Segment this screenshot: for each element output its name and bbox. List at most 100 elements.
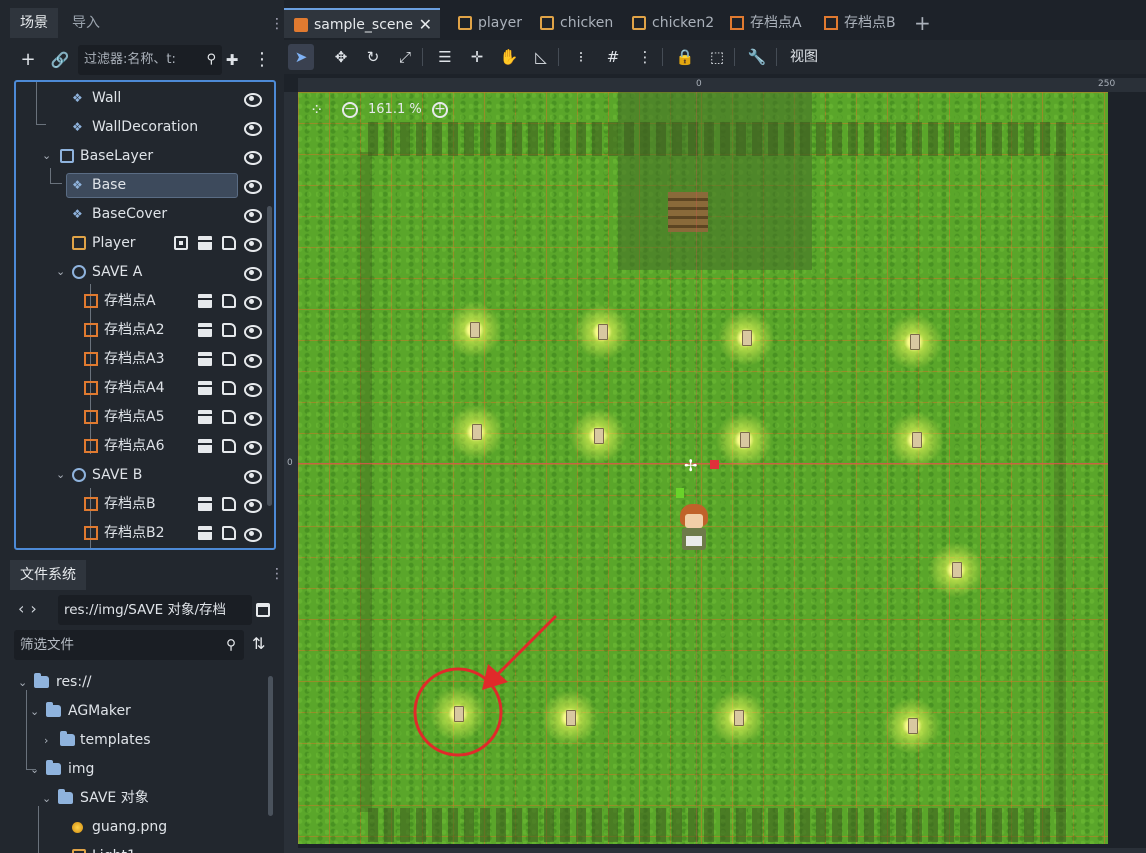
save-lantern[interactable] <box>886 314 942 370</box>
visibility-eye-icon[interactable] <box>244 526 262 542</box>
tree-row-save-point-a4[interactable]: 存档点A4 <box>16 374 274 402</box>
attach-script-icon[interactable]: ✚ <box>220 48 244 72</box>
save-lantern[interactable] <box>542 690 598 746</box>
script-icon[interactable] <box>222 381 236 395</box>
save-lantern[interactable] <box>928 542 984 598</box>
save-lantern[interactable] <box>570 408 626 464</box>
scene-filter-input[interactable]: 过滤器:名称、t: ⚲ <box>78 45 222 75</box>
tree-row-baselayer[interactable]: ⌄ BaseLayer <box>16 142 274 170</box>
new-tab-plus-icon[interactable]: + <box>914 8 931 38</box>
zoom-in-button[interactable]: + <box>432 102 448 118</box>
tab-scene[interactable]: 场景 <box>10 8 58 38</box>
file-row-templates[interactable]: › templates <box>14 726 264 755</box>
tab-import[interactable]: 导入 <box>62 8 110 38</box>
file-row-agmaker[interactable]: ⌄ AGMaker <box>14 697 264 726</box>
chevron-down-icon[interactable]: ⌄ <box>56 461 68 489</box>
tab-chicken[interactable]: chicken <box>530 8 620 38</box>
tree-row-save-point-b[interactable]: 存档点B <box>16 490 274 518</box>
visibility-eye-icon[interactable] <box>244 497 262 513</box>
open-scene-icon[interactable] <box>198 381 212 395</box>
tree-row-save-point-a5[interactable]: 存档点A5 <box>16 403 274 431</box>
chevron-down-icon[interactable]: ⌄ <box>18 668 30 697</box>
open-scene-icon[interactable] <box>198 352 212 366</box>
tree-row-wall[interactable]: ❖ Wall <box>16 84 274 112</box>
split-view-icon[interactable] <box>256 603 270 617</box>
open-scene-icon[interactable] <box>198 526 212 540</box>
save-lantern[interactable] <box>718 310 774 366</box>
tree-row-save-point-a6[interactable]: 存档点A6 <box>16 432 274 460</box>
visibility-eye-icon[interactable] <box>244 178 262 194</box>
view-menu[interactable]: 视图 <box>790 40 818 74</box>
visibility-eye-icon[interactable] <box>244 149 262 165</box>
zoom-out-button[interactable]: − <box>342 102 358 118</box>
gizmo-handle[interactable] <box>710 460 719 469</box>
tree-row-walldecoration[interactable]: ❖ WallDecoration <box>16 113 274 141</box>
open-scene-icon[interactable] <box>198 410 212 424</box>
pivot-tool-icon[interactable]: ✛ <box>464 44 490 70</box>
chevron-right-icon[interactable]: › <box>44 726 56 755</box>
tree-row-save-point-a3[interactable]: 存档点A3 <box>16 345 274 373</box>
save-lantern[interactable] <box>710 690 766 746</box>
dock-menu-icon[interactable]: ⋮ <box>270 14 284 34</box>
save-lantern[interactable] <box>574 304 630 360</box>
save-lantern[interactable] <box>884 698 940 754</box>
script-icon[interactable] <box>222 294 236 308</box>
visibility-eye-icon[interactable] <box>244 294 262 310</box>
ruler-tool-icon[interactable]: ◺ <box>528 44 554 70</box>
script-icon[interactable] <box>222 236 236 250</box>
visibility-eye-icon[interactable] <box>244 410 262 426</box>
file-row-light1[interactable]: Light1 <box>14 842 264 853</box>
selectable-list-icon[interactable]: ☰ <box>432 44 458 70</box>
chevron-down-icon[interactable]: ⌄ <box>42 142 54 170</box>
visibility-eye-icon[interactable] <box>244 120 262 136</box>
tree-row-save-a[interactable]: ⌄ SAVE A <box>16 258 274 286</box>
node-gizmo[interactable]: ✢ <box>684 456 724 478</box>
tree-row-base[interactable]: ❖ Base <box>16 171 274 199</box>
tab-player[interactable]: player <box>448 8 528 38</box>
instance-icon[interactable] <box>174 236 188 250</box>
save-lantern[interactable] <box>716 412 772 468</box>
script-icon[interactable] <box>222 439 236 453</box>
visibility-eye-icon[interactable] <box>244 352 262 368</box>
file-row-save-object[interactable]: ⌄ SAVE 对象 <box>14 784 264 813</box>
visibility-eye-icon[interactable] <box>244 236 262 252</box>
smart-snap-icon[interactable]: ⁝ <box>568 44 594 70</box>
pan-tool-icon[interactable]: ✋ <box>496 44 522 70</box>
back-forward-arrows-icon[interactable]: ‹› <box>18 594 43 624</box>
save-lantern[interactable] <box>888 412 944 468</box>
chevron-down-icon[interactable]: ⌄ <box>30 697 42 726</box>
rotate-tool-icon[interactable]: ↻ <box>360 44 386 70</box>
open-scene-icon[interactable] <box>198 236 212 250</box>
filesystem-path-input[interactable]: res://img/SAVE 对象/存档 <box>58 595 252 625</box>
scale-tool-icon[interactable]: ⤢ <box>392 44 418 70</box>
open-scene-icon[interactable] <box>198 323 212 337</box>
snap-menu-icon[interactable]: ⋮ <box>632 44 658 70</box>
tab-save-point-a[interactable]: 存档点A <box>720 8 810 38</box>
open-scene-icon[interactable] <box>198 294 212 308</box>
save-lantern[interactable] <box>446 302 502 358</box>
viewport-scrollbar[interactable] <box>284 848 1146 853</box>
tab-sample-scene[interactable]: sample_scene ✕ <box>284 8 440 38</box>
tree-row-basecover[interactable]: ❖ BaseCover <box>16 200 274 228</box>
player-sprite[interactable] <box>676 504 712 556</box>
scene-viewport[interactable]: ✢ ⁘ − 161.1 % + <box>298 92 1108 844</box>
file-row-res[interactable]: ⌄ res:// <box>14 668 264 697</box>
chevron-down-icon[interactable]: ⌄ <box>56 258 68 286</box>
tree-row-save-point-b2[interactable]: 存档点B2 <box>16 519 274 547</box>
add-node-icon[interactable]: + <box>16 48 40 72</box>
group-icon[interactable]: ⬚ <box>704 44 730 70</box>
script-icon[interactable] <box>222 352 236 366</box>
move-tool-icon[interactable]: ✥ <box>328 44 354 70</box>
tree-row-save-b[interactable]: ⌄ SAVE B <box>16 461 274 489</box>
tab-save-point-b[interactable]: 存档点B <box>814 8 906 38</box>
tree-row-player[interactable]: Player <box>16 229 274 257</box>
bone-icon[interactable]: 🔧 <box>744 44 770 70</box>
visibility-eye-icon[interactable] <box>244 323 262 339</box>
file-row-guang-png[interactable]: guang.png <box>14 813 264 842</box>
scene-tree-scrollbar[interactable] <box>267 206 272 506</box>
chevron-down-icon[interactable]: ⌄ <box>30 755 42 784</box>
script-icon[interactable] <box>222 526 236 540</box>
file-tree-scrollbar[interactable] <box>268 676 273 816</box>
chevron-down-icon[interactable]: ⌄ <box>42 784 54 813</box>
file-filter-input[interactable]: 筛选文件 ⚲ <box>14 630 244 660</box>
